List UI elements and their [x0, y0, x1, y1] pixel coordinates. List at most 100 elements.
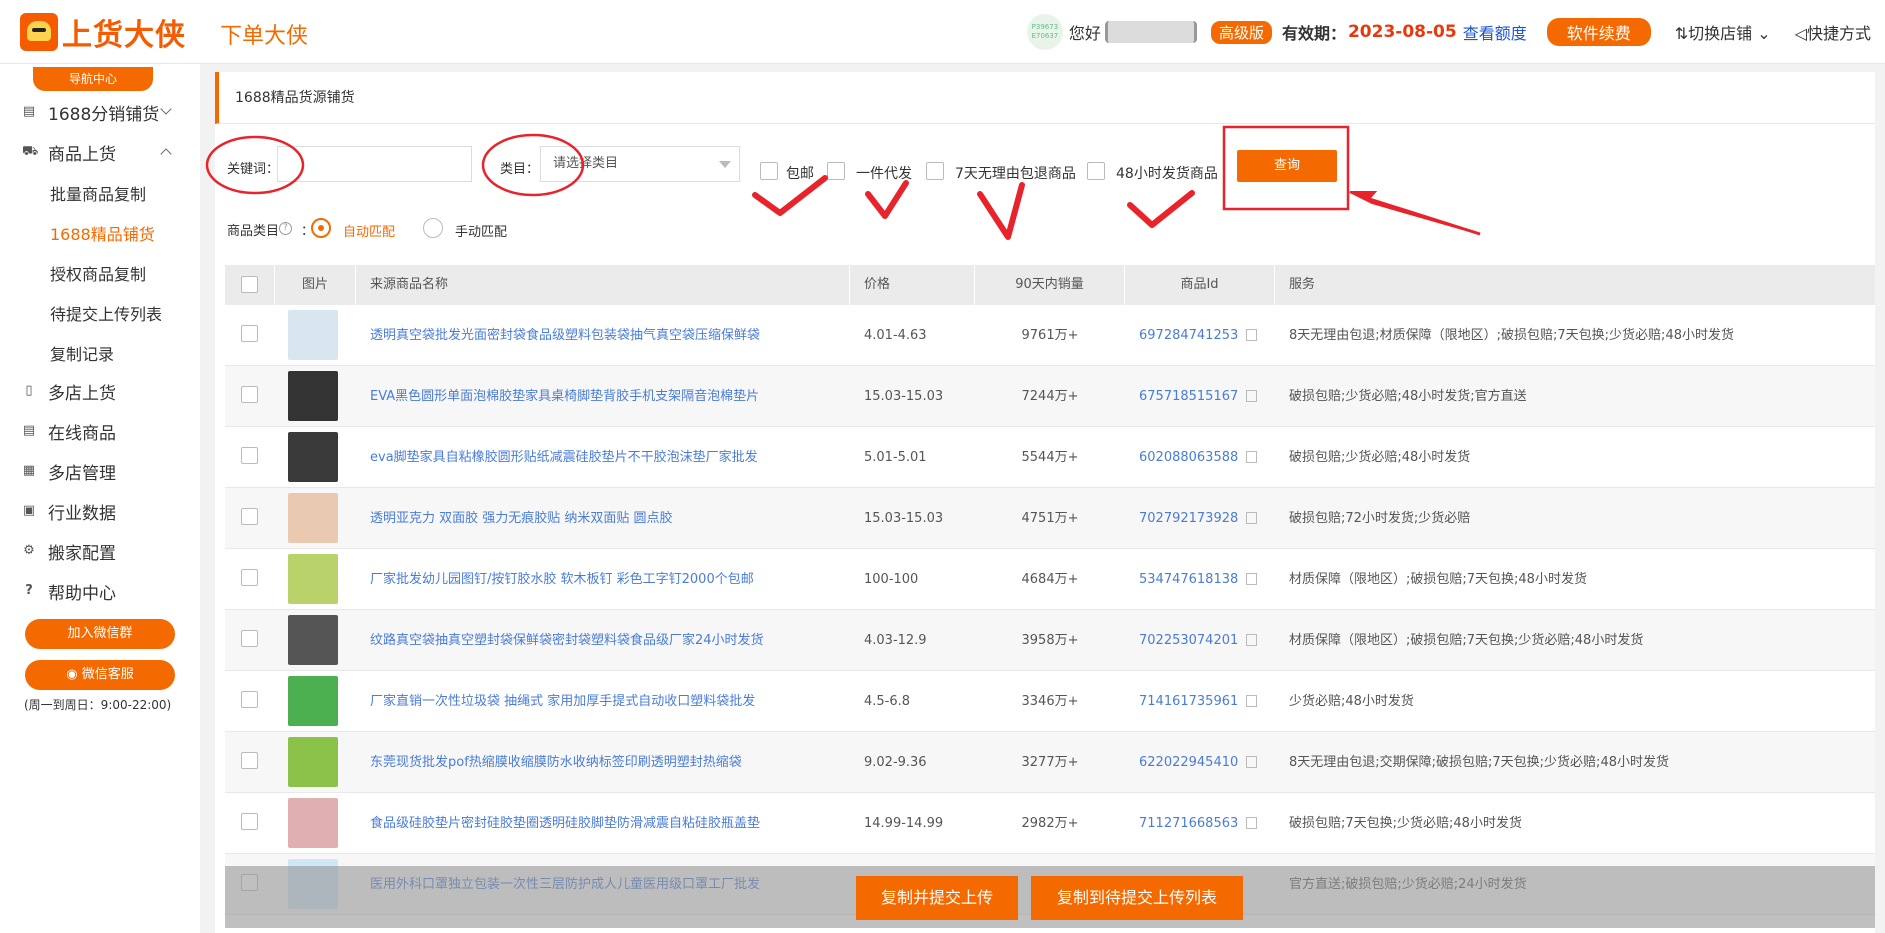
row-checkbox[interactable] — [241, 508, 258, 525]
product-id-link[interactable]: 702792173928 — [1139, 511, 1238, 526]
sidebar-sub-copy-records[interactable]: 复制记录 — [50, 341, 114, 365]
shortcut-label: 快捷方式 — [1806, 24, 1871, 43]
dropship-checkbox[interactable] — [827, 162, 845, 180]
product-id-cell: 702792173928 — [1139, 488, 1275, 549]
copy-icon[interactable] — [1246, 511, 1258, 524]
row-checkbox[interactable] — [241, 752, 258, 769]
product-sales: 9761万+ — [1021, 328, 1079, 343]
join-wechat-group-button[interactable]: 加入微信群 — [25, 619, 175, 649]
wechat-service-button[interactable]: ◉ 微信客服 — [25, 660, 175, 690]
brand-logo[interactable]: 上货大侠 — [20, 12, 186, 53]
row-checkbox[interactable] — [241, 386, 258, 403]
product-thumbnail[interactable] — [288, 615, 338, 665]
product-id-link[interactable]: 602088063588 — [1139, 450, 1238, 465]
product-id-link[interactable]: 714161735961 — [1139, 694, 1238, 709]
row-checkbox[interactable] — [241, 569, 258, 586]
copy-to-pending-button[interactable]: 复制到待提交上传列表 — [1031, 876, 1243, 920]
sidebar-sub-batch-copy[interactable]: 批量商品复制 — [50, 181, 146, 205]
product-thumbnail[interactable] — [288, 432, 338, 482]
sidebar-sub-1688-premium[interactable]: 1688精品铺货 — [50, 221, 155, 245]
product-id-cell: 697284741253 — [1139, 305, 1275, 366]
product-id-link[interactable]: 534747618138 — [1139, 572, 1238, 587]
sidebar-item-product-upload[interactable]: ⛟ 商品上货 — [22, 137, 192, 167]
manual-match-radio[interactable] — [423, 218, 443, 238]
sidebar-item-label: 行业数据 — [48, 503, 116, 524]
sidebar-sub-pending-upload[interactable]: 待提交上传列表 — [50, 301, 162, 325]
sidebar-item-help-center[interactable]: ? 帮助中心 — [22, 576, 116, 606]
row-checkbox[interactable] — [241, 325, 258, 342]
sidebar-item-online-products[interactable]: ▤ 在线商品 — [22, 416, 116, 446]
product-sales: 3958万+ — [1021, 633, 1079, 648]
table-row: 东莞现货批发pof热缩膜收缩膜防水收纳标签印刷透明塑封热缩袋 9.02-9.36 3… — [225, 732, 1875, 793]
sidebar-item-industry-data[interactable]: ▣ 行业数据 — [22, 496, 116, 526]
copy-icon[interactable] — [1246, 694, 1258, 707]
free-shipping-checkbox[interactable] — [760, 162, 778, 180]
copy-icon[interactable] — [1246, 816, 1258, 829]
sidebar-item-1688-distribution[interactable]: ▤ 1688分销铺货 — [22, 97, 192, 127]
valid-label: 有效期： — [1281, 24, 1346, 43]
sidebar-item-move-config[interactable]: ⚙ 搬家配置 — [22, 536, 116, 566]
product-name-link[interactable]: 透明真空袋批发光面密封袋食品级塑料包装袋抽气真空袋压缩保鲜袋 — [370, 305, 840, 366]
product-id-cell: 702253074201 — [1139, 610, 1275, 671]
product-thumbnail[interactable] — [288, 798, 338, 848]
seven-day-return-checkbox[interactable] — [926, 162, 944, 180]
copy-icon[interactable] — [1246, 755, 1258, 768]
product-thumbnail[interactable] — [288, 493, 338, 543]
product-id-link[interactable]: 697284741253 — [1139, 328, 1238, 343]
product-thumbnail[interactable] — [288, 554, 338, 604]
sidebar-item-multi-store-upload[interactable]: ▯ 多店上货 — [22, 376, 116, 406]
product-id-link[interactable]: 702253074201 — [1139, 633, 1238, 648]
header-user-area: P39673 E70637 您好 高级版 有效期： 2023-08-05 查看额… — [1026, 14, 1871, 50]
copy-icon[interactable] — [1246, 450, 1258, 463]
product-name-link[interactable]: EVA黑色圆形单面泡棉胶垫家具桌椅脚垫背胶手机支架隔音泡棉垫片 — [370, 366, 840, 427]
product-price: 100-100 — [864, 572, 919, 587]
col-price: 价格 — [850, 265, 975, 305]
sidebar-item-multi-store-manage[interactable]: ▦ 多店管理 — [22, 456, 116, 486]
dropship-label: 一件代发 — [856, 166, 912, 182]
keyword-input[interactable] — [277, 146, 472, 182]
product-name-link[interactable]: 厂家直销一次性垃圾袋 抽绳式 家用加厚手提式自动收口塑料袋批发 — [370, 671, 840, 732]
product-service: 8天无理由包退;材质保障（限地区）;破损包赔;7天包换;少货必赔;48小时发货 — [1289, 328, 1734, 343]
row-checkbox[interactable] — [241, 691, 258, 708]
product-service: 破损包赔;少货必赔;48小时发货 — [1289, 450, 1471, 465]
manual-match-label: 手动匹配 — [455, 225, 508, 240]
auto-match-radio[interactable] — [311, 218, 331, 238]
query-button[interactable]: 查询 — [1237, 150, 1337, 182]
product-id-link[interactable]: 711271668563 — [1139, 816, 1238, 831]
product-name-link[interactable]: 透明亚克力 双面胶 强力无痕胶贴 纳米双面贴 圆点胶 — [370, 488, 840, 549]
product-name-link[interactable]: 纹路真空袋抽真空塑封袋保鲜袋密封袋塑料袋食品级厂家24小时发货 — [370, 610, 840, 671]
row-checkbox[interactable] — [241, 813, 258, 830]
table-row: 食品级硅胶垫片密封硅胶垫圈透明硅胶脚垫防滑减震自粘硅胶瓶盖垫 14.99-14.9… — [225, 793, 1875, 854]
view-quota-link[interactable]: 查看额度 — [1463, 20, 1527, 44]
product-name-link[interactable]: 东莞现货批发pof热缩膜收缩膜防水收纳标签印刷透明塑封热缩袋 — [370, 732, 840, 793]
copy-icon[interactable] — [1246, 389, 1258, 402]
renew-button[interactable]: 软件续费 — [1546, 18, 1651, 46]
help-icon[interactable]: ? — [279, 222, 292, 235]
copy-icon[interactable] — [1246, 633, 1258, 646]
product-name-link[interactable]: 厂家批发幼儿园图钉/按钉胶水胶 软木板钉 彩色工字钉2000个包邮 — [370, 549, 840, 610]
row-checkbox[interactable] — [241, 630, 258, 647]
select-all-checkbox[interactable] — [241, 276, 258, 293]
sub-brand-link[interactable]: 下单大侠 — [220, 18, 308, 50]
product-id-link[interactable]: 622022945410 — [1139, 755, 1238, 770]
product-name-link[interactable]: 食品级硅胶垫片密封硅胶垫圈透明硅胶脚垫防滑减震自粘硅胶瓶盖垫 — [370, 793, 840, 854]
product-id-cell: 714161735961 — [1139, 671, 1275, 732]
product-service: 材质保障（限地区）;破损包赔;7天包换;少货必赔;48小时发货 — [1289, 633, 1644, 648]
row-checkbox[interactable] — [241, 447, 258, 464]
copy-and-submit-button[interactable]: 复制并提交上传 — [856, 876, 1018, 920]
48h-shipping-checkbox[interactable] — [1087, 162, 1105, 180]
product-thumbnail[interactable] — [288, 676, 338, 726]
switch-store-label: 切换店铺 — [1688, 24, 1753, 43]
product-name-link[interactable]: eva脚垫家具自粘橡胶圆形贴纸减震硅胶垫片不干胶泡沫垫厂家批发 — [370, 427, 840, 488]
switch-store-menu[interactable]: ⇅切换店铺 ⌄ — [1675, 20, 1771, 44]
shortcut-menu[interactable]: ◁快捷方式 — [1795, 20, 1871, 44]
product-id-link[interactable]: 675718515167 — [1139, 389, 1238, 404]
product-thumbnail[interactable] — [288, 371, 338, 421]
product-thumbnail[interactable] — [288, 310, 338, 360]
sidebar-sub-authorized-copy[interactable]: 授权商品复制 — [50, 261, 146, 285]
category-select[interactable]: 请选择类目 — [540, 146, 740, 182]
copy-icon[interactable] — [1246, 328, 1258, 341]
product-thumbnail[interactable] — [288, 737, 338, 787]
nav-center-tab[interactable]: 导航中心 — [33, 67, 153, 91]
copy-icon[interactable] — [1246, 572, 1258, 585]
